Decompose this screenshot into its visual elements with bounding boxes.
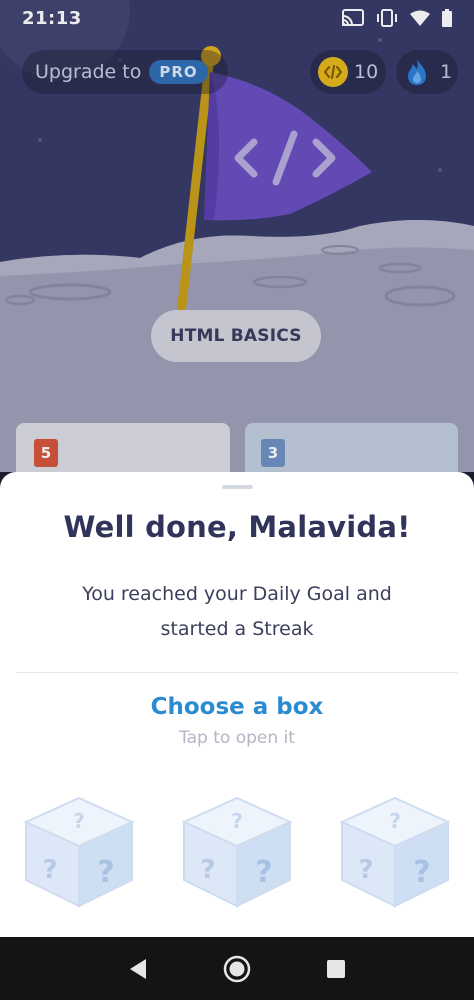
home-icon (223, 955, 251, 982)
svg-text:?: ? (389, 809, 401, 833)
modal-backdrop[interactable] (0, 0, 474, 472)
sheet-subtitle-line2: started a Streak (160, 618, 314, 640)
svg-text:?: ? (42, 855, 57, 885)
back-icon (129, 958, 146, 979)
svg-text:?: ? (73, 809, 85, 833)
sheet-title: Well done, Malavida! (63, 510, 411, 544)
system-nav-bar (0, 937, 474, 1000)
sheet-subtitle: You reached your Daily Goal and started … (40, 577, 434, 647)
svg-text:?: ? (231, 809, 243, 833)
daily-goal-sheet: Well done, Malavida! You reached your Da… (0, 472, 474, 937)
svg-text:?: ? (413, 855, 430, 890)
svg-text:?: ? (358, 855, 373, 885)
nav-recents-button[interactable] (316, 949, 356, 989)
mystery-box-1[interactable]: ? ? ? (20, 792, 138, 910)
nav-back-button[interactable] (118, 949, 158, 989)
mystery-box-2[interactable]: ? ? ? (178, 792, 296, 910)
choose-box-title: Choose a box (150, 694, 324, 720)
recents-icon (327, 959, 346, 978)
svg-text:?: ? (200, 855, 215, 885)
choose-box-hint: Tap to open it (179, 728, 295, 748)
mystery-box-3[interactable]: ? ? ? (336, 792, 454, 910)
nav-home-button[interactable] (217, 949, 257, 989)
sheet-subtitle-line1: You reached your Daily Goal and (82, 583, 392, 605)
svg-text:?: ? (97, 855, 114, 890)
sheet-drag-handle[interactable] (222, 485, 253, 489)
divider (16, 672, 458, 673)
svg-text:?: ? (255, 855, 272, 890)
